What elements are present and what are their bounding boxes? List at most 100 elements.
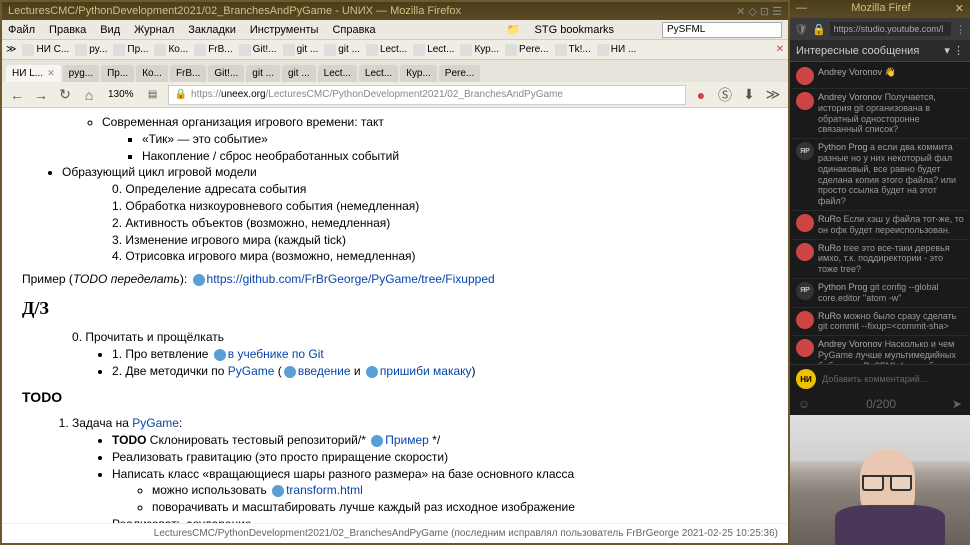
menu-bar: Файл Правка Вид Журнал Закладки Инструме…	[2, 20, 788, 40]
globe-icon	[193, 274, 205, 286]
chat-messages[interactable]: Andrey Voronov 👋 Andrey Voronov Получает…	[790, 62, 970, 364]
tab[interactable]: git ...	[282, 65, 316, 82]
bookmarks-toolbar: ≫ НИ С... py... Пр... Ко... FrB... Git!.…	[2, 40, 788, 60]
noscript-icon[interactable]: Ⓢ	[716, 86, 734, 104]
tab[interactable]: Lect...	[318, 65, 357, 82]
tab[interactable]: pyg...	[63, 65, 99, 82]
side-url-bar[interactable]: https://studio.youtube.com/l	[830, 22, 951, 36]
tab[interactable]: Пр...	[101, 65, 134, 82]
list-item: Прочитать и прощёлкать Про ветвление в у…	[72, 329, 768, 379]
list-item: Активность объектов (возможно, немедленн…	[112, 215, 768, 232]
tab[interactable]: git ...	[246, 65, 280, 82]
avatar	[796, 243, 814, 261]
chat-header: Интересные сообщения ▾ ⋮	[790, 40, 970, 62]
intro-link[interactable]: введение	[298, 364, 351, 378]
example-link[interactable]: https://github.com/FrBrGeorge/PyGame/tre…	[207, 272, 495, 286]
tab[interactable]: Кур...	[400, 65, 437, 82]
list-item: Современная организация игрового времени…	[102, 114, 768, 164]
bookmark-item[interactable]: Ко...	[154, 44, 188, 56]
chat-dropdown-icon[interactable]: ▾ ⋮	[944, 44, 964, 57]
globe-icon	[366, 366, 378, 378]
bookmark-item[interactable]: FrB...	[194, 44, 232, 56]
chat-input-area: НИ Добавить комментарий...	[790, 364, 970, 393]
lock-icon: 🔒	[175, 89, 187, 100]
bookmark-item[interactable]: Pere...	[505, 44, 548, 56]
tab[interactable]: Pere...	[439, 65, 480, 82]
example-repo-link[interactable]: Пример	[385, 433, 429, 447]
tab[interactable]: FrB...	[170, 65, 206, 82]
bookmarks-dropdown-icon[interactable]: ≫	[6, 44, 16, 55]
todo-heading: TODO	[22, 388, 768, 408]
page-footer: LecturesCMC/PythonDevelopment2021/02_Bra…	[2, 523, 788, 543]
pygame-link-2[interactable]: PyGame	[132, 416, 179, 430]
pygame-link[interactable]: PyGame	[228, 364, 275, 378]
avatar	[796, 214, 814, 232]
tab[interactable]: Ко...	[136, 65, 168, 82]
tab[interactable]: Lect...	[359, 65, 398, 82]
bookmark-item[interactable]: Lect...	[413, 44, 454, 56]
tab[interactable]: Git!...	[208, 65, 244, 82]
list-item: Изменение игрового мира (каждый tick)	[112, 232, 768, 249]
bookmark-item[interactable]: git ...	[324, 44, 360, 56]
zoom-level[interactable]: 130%	[104, 89, 138, 100]
webcam-feed	[790, 415, 970, 545]
git-tutorial-link[interactable]: в учебнике по Git	[228, 347, 324, 361]
bookmark-item[interactable]: Кур...	[460, 44, 499, 56]
chat-message: Andrey Voronov Получается, история git о…	[792, 89, 968, 139]
avatar: ЯP	[796, 282, 814, 300]
chat-message: ЯPPython Prog а если два коммита разные …	[792, 139, 968, 211]
send-button[interactable]: ➤	[952, 397, 962, 411]
url-host: uneex.org	[221, 89, 265, 100]
chat-message: Andrey Voronov 👋	[792, 64, 968, 89]
menu-journal[interactable]: Журнал	[134, 24, 174, 36]
url-prefix: https://	[191, 89, 221, 100]
search-input[interactable]	[662, 22, 782, 38]
bookmark-item[interactable]: Git!...	[239, 44, 277, 56]
home-button[interactable]: ⌂	[80, 86, 98, 104]
list-item: «Тик» — это событие»	[142, 131, 768, 148]
close-all-tabs-icon[interactable]: ✕	[776, 44, 784, 55]
avatar	[796, 339, 814, 357]
side-shield-icon[interactable]: 🛡	[794, 23, 808, 36]
menu-file[interactable]: Файл	[8, 24, 35, 36]
extension-icon-2[interactable]: ⬇	[740, 86, 758, 104]
avatar	[796, 67, 814, 85]
side-title-bar: —Mozilla Firef✕	[790, 0, 970, 18]
list-item: Обработка низкоуровневого события (немед…	[112, 198, 768, 215]
bookmark-item[interactable]: Tk!...	[555, 44, 591, 56]
menu-help[interactable]: Справка	[332, 24, 375, 36]
chat-message: RuRo можно было сразу сделать git commit…	[792, 308, 968, 337]
back-button[interactable]: ←	[8, 86, 26, 104]
list-item: Задача на PyGame: TODO Склонировать тест…	[72, 415, 768, 523]
reader-button[interactable]: ▤	[144, 86, 162, 104]
side-lock-icon: 🔒	[812, 23, 826, 36]
bookmark-item[interactable]: py...	[75, 44, 107, 56]
url-bar[interactable]: 🔒 https://uneex.org/LecturesCMC/PythonDe…	[168, 85, 686, 105]
forward-button[interactable]: →	[32, 86, 50, 104]
window-controls[interactable]: ✕ ◇ ⊡ ☰	[736, 5, 782, 18]
menu-button[interactable]: ≫	[764, 86, 782, 104]
bookmark-item[interactable]: НИ ...	[597, 44, 637, 56]
extension-icon[interactable]: ●	[692, 86, 710, 104]
menu-edit[interactable]: Правка	[49, 24, 86, 36]
bookmarks-folder-icon[interactable]: 📁	[507, 23, 521, 36]
reload-button[interactable]: ↻	[56, 86, 74, 104]
globe-icon	[272, 485, 284, 497]
emoji-button[interactable]: ☺	[798, 397, 810, 411]
bookmark-item[interactable]: git ...	[283, 44, 319, 56]
bookmark-item[interactable]: НИ С...	[22, 44, 69, 56]
chat-input[interactable]: Добавить комментарий...	[822, 374, 964, 384]
menu-bookmarks[interactable]: Закладки	[188, 24, 236, 36]
side-menu-icon[interactable]: ⋮	[955, 23, 966, 36]
chat-message: Andrey Voronov Насколько и чем PyGame лу…	[792, 336, 968, 364]
menu-view[interactable]: Вид	[100, 24, 120, 36]
monkey-link[interactable]: пришиби макаку	[380, 364, 472, 378]
bookmarks-folder-label[interactable]: STG bookmarks	[535, 24, 614, 36]
transform-link[interactable]: transform.html	[286, 483, 363, 497]
tab[interactable]: НИ L...✕	[6, 65, 61, 82]
bookmark-item[interactable]: Lect...	[366, 44, 407, 56]
close-icon[interactable]: ✕	[47, 68, 55, 79]
menu-tools[interactable]: Инструменты	[250, 24, 319, 36]
bookmark-item[interactable]: Пр...	[113, 44, 148, 56]
list-item: Про ветвление в учебнике по Git	[112, 346, 768, 363]
